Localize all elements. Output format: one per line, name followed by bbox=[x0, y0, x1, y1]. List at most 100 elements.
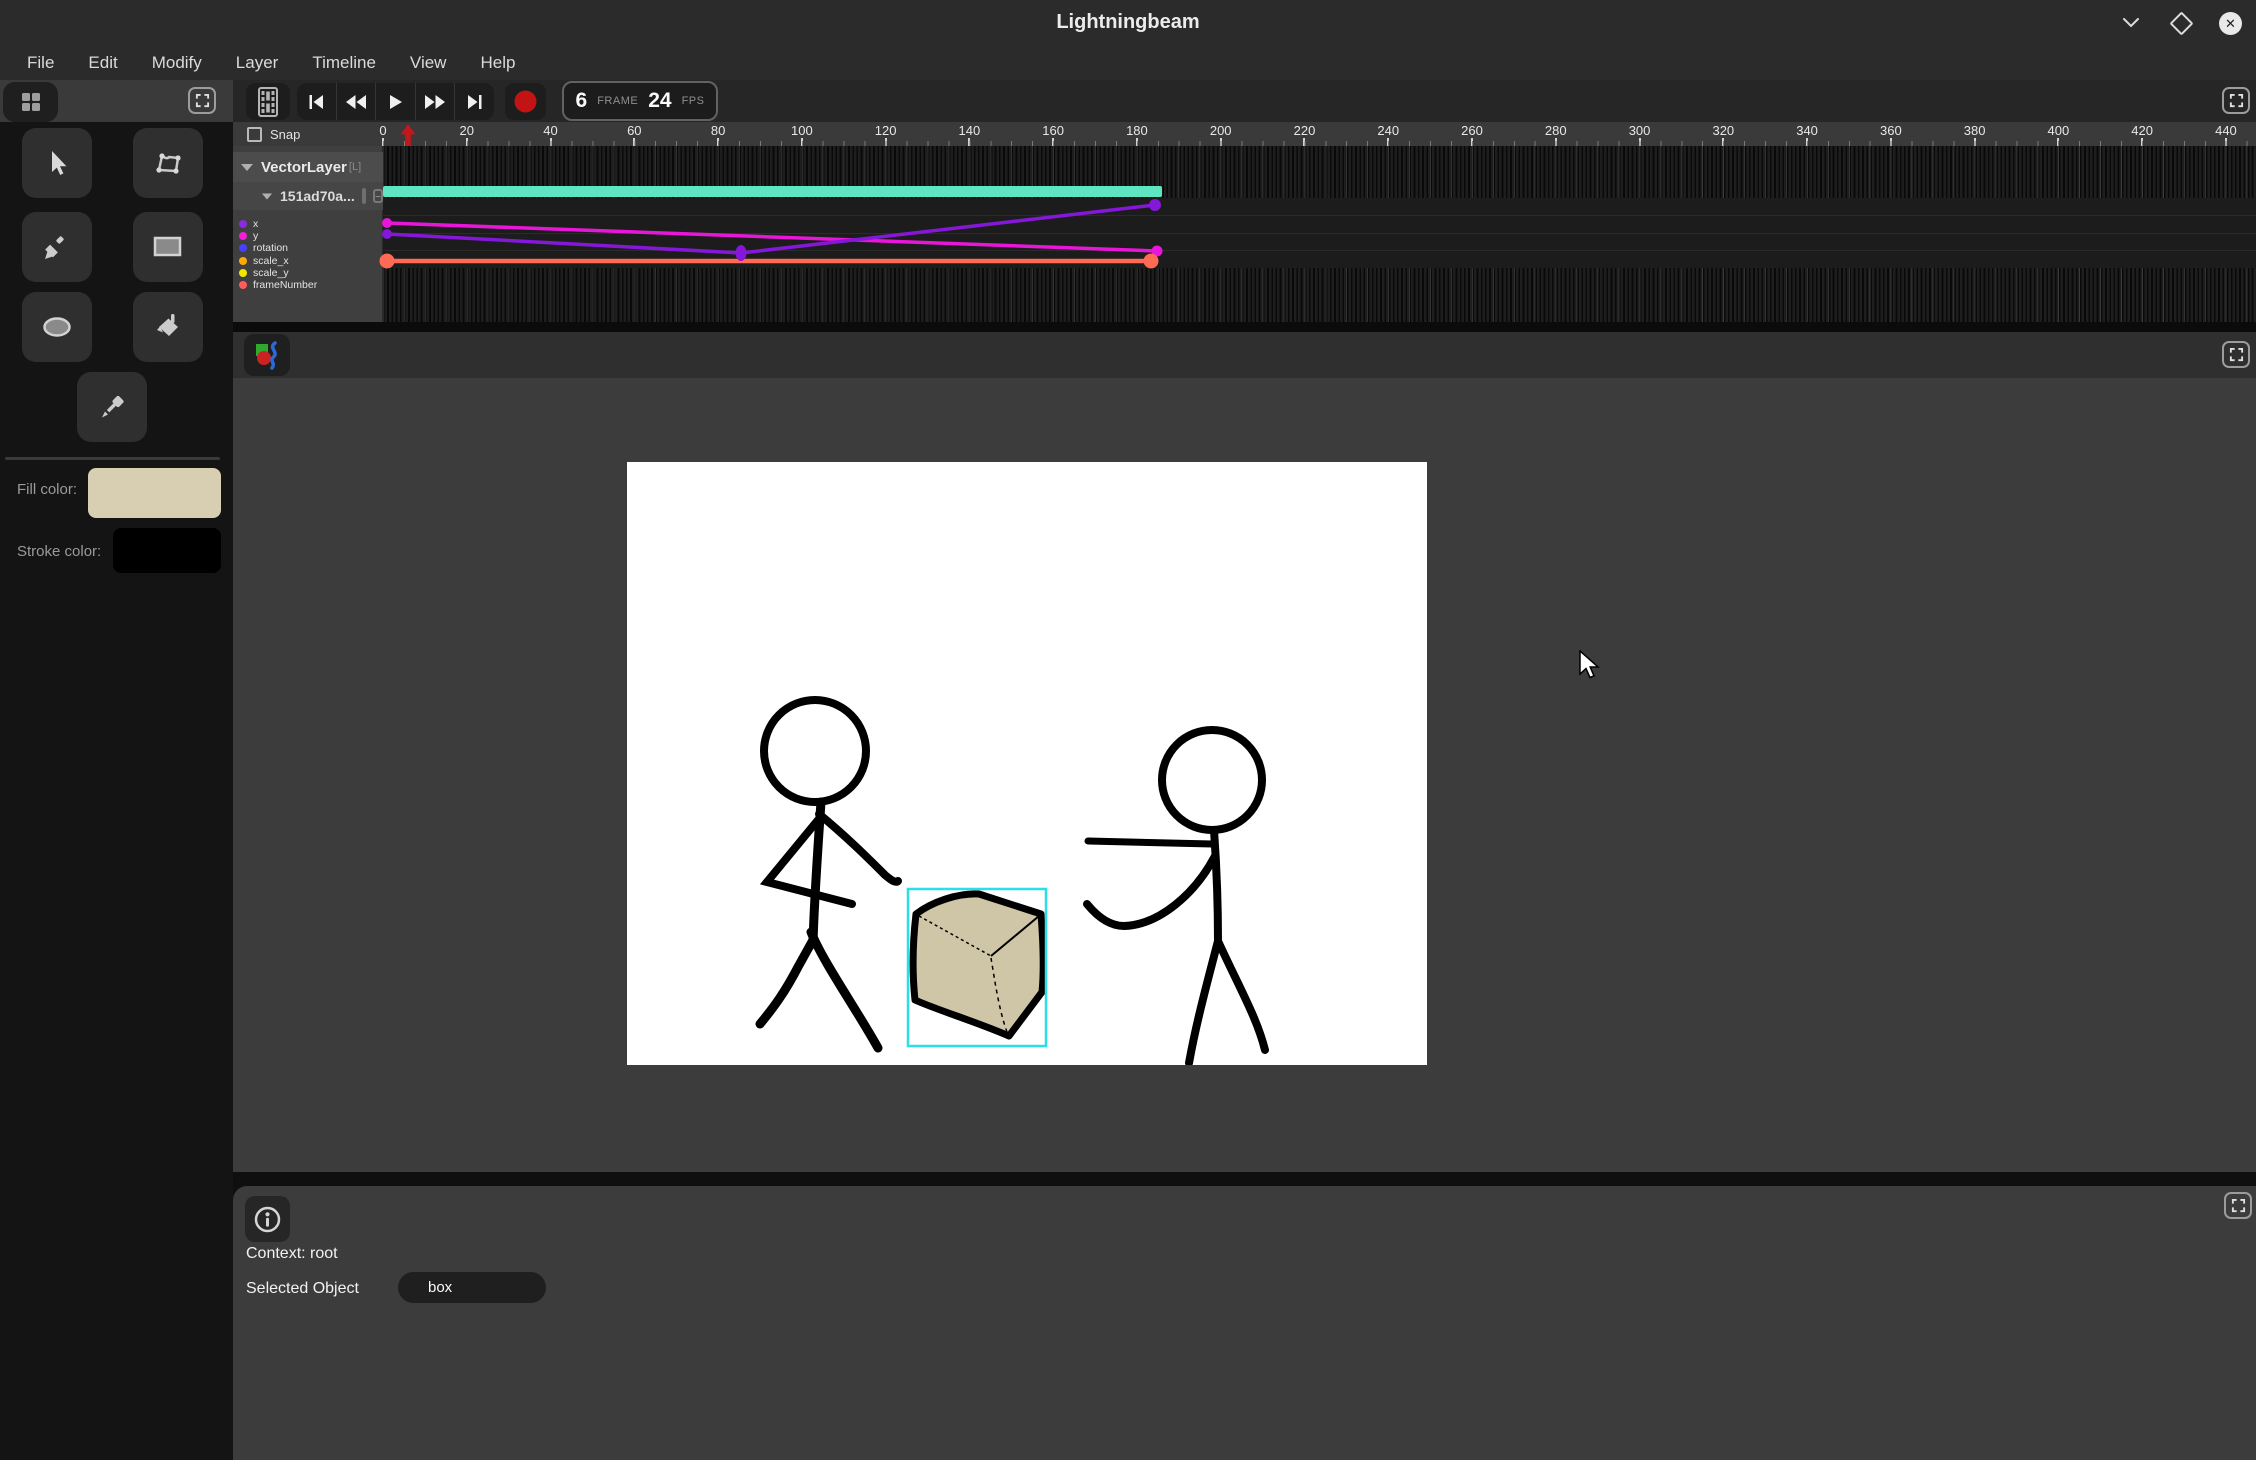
stroke-color-swatch[interactable] bbox=[113, 528, 221, 573]
rewind-icon bbox=[345, 94, 367, 110]
menu-item[interactable]: Layer bbox=[219, 53, 296, 73]
rectangle-tool-button[interactable] bbox=[133, 212, 203, 282]
window-title: Lightningbeam bbox=[0, 11, 2256, 34]
collapse-triangle-icon[interactable] bbox=[241, 164, 253, 171]
skip-to-start-button[interactable] bbox=[297, 83, 337, 120]
film-strip-icon bbox=[257, 87, 279, 117]
info-tab[interactable] bbox=[245, 1196, 290, 1242]
canvas-workspace[interactable] bbox=[233, 378, 2256, 1172]
layer-list: VectorLayer [L] 151ad70a... ~ x bbox=[233, 146, 383, 322]
info-panel: Context: root Selected Object box bbox=[233, 1186, 2256, 1460]
expand-canvas-panel-icon[interactable] bbox=[2222, 341, 2250, 368]
object-name: 151ad70a... bbox=[280, 188, 355, 204]
scene-tab[interactable] bbox=[244, 334, 290, 376]
stroke-color-label: Stroke color: bbox=[17, 543, 101, 560]
stick-figure-right[interactable] bbox=[1087, 730, 1265, 1063]
property-row[interactable]: frameNumber bbox=[233, 279, 383, 291]
property-color-dot bbox=[239, 269, 247, 277]
fill-color-swatch[interactable] bbox=[88, 468, 221, 518]
tools-panel-tab[interactable] bbox=[3, 82, 58, 122]
ruler-scale[interactable]: 0204060801001201401601802002202402602803… bbox=[383, 122, 2256, 146]
menu-item[interactable]: File bbox=[10, 53, 71, 73]
transform-tool-button[interactable] bbox=[133, 128, 203, 198]
playhead[interactable] bbox=[399, 123, 417, 151]
selected-object-field[interactable]: box bbox=[398, 1272, 546, 1303]
vector-graphics-icon bbox=[252, 340, 282, 370]
menu-item[interactable]: Edit bbox=[71, 53, 134, 73]
ellipse-icon bbox=[41, 315, 73, 339]
expand-info-panel-icon[interactable] bbox=[2224, 1192, 2252, 1219]
maximize-icon[interactable] bbox=[2169, 11, 2193, 35]
ease-curve-button[interactable]: ~ bbox=[373, 189, 383, 203]
menu-item[interactable]: Help bbox=[463, 53, 532, 73]
expand-timeline-panel-icon[interactable] bbox=[2222, 87, 2250, 114]
grid-icon bbox=[21, 92, 41, 112]
frame-stripes bbox=[383, 268, 2256, 322]
expand-tools-panel-icon[interactable] bbox=[188, 87, 216, 114]
property-row[interactable]: x bbox=[233, 218, 383, 230]
transport-controls bbox=[297, 83, 494, 120]
rectangle-icon bbox=[152, 234, 184, 260]
canvas-panel bbox=[233, 332, 2256, 1172]
timeline-rows[interactable]: VectorLayer [L] 151ad70a... ~ x bbox=[233, 146, 2256, 332]
select-tool-button[interactable] bbox=[22, 128, 92, 198]
snap-checkbox[interactable] bbox=[247, 127, 262, 142]
lightningbeam-app: Lightningbeam ✕ FileEditModifyLayerTimel… bbox=[0, 0, 2256, 1460]
cursor-icon bbox=[42, 148, 72, 178]
object-row[interactable]: 151ad70a... ~ bbox=[233, 182, 383, 210]
sidebar-divider bbox=[5, 457, 220, 460]
fps-value: 24 bbox=[648, 89, 671, 113]
menu-bar: FileEditModifyLayerTimelineViewHelp bbox=[0, 46, 2256, 80]
property-row[interactable]: y bbox=[233, 230, 383, 242]
menu-item[interactable]: Timeline bbox=[295, 53, 393, 73]
box-object[interactable] bbox=[908, 889, 1046, 1046]
menu-item[interactable]: Modify bbox=[135, 53, 219, 73]
layer-row-vectorlayer[interactable]: VectorLayer [L] bbox=[233, 152, 383, 182]
tools-sidebar: Fill color: Stroke color: bbox=[0, 80, 233, 1460]
keyframe-square-button[interactable] bbox=[362, 188, 366, 204]
curve-band bbox=[383, 198, 2256, 268]
selected-object-label: Selected Object bbox=[246, 1280, 359, 1298]
eyedropper-tool-button[interactable] bbox=[77, 372, 147, 442]
stage[interactable] bbox=[627, 462, 1427, 1065]
stage-drawing[interactable] bbox=[627, 462, 1427, 1065]
close-icon[interactable]: ✕ bbox=[2219, 12, 2242, 35]
property-row[interactable]: rotation bbox=[233, 242, 383, 254]
property-color-dot bbox=[239, 281, 247, 289]
rewind-button[interactable] bbox=[337, 83, 377, 120]
pencil-tool-button[interactable] bbox=[22, 212, 92, 282]
frame-stripes bbox=[383, 146, 2256, 186]
eyedropper-icon bbox=[97, 392, 127, 422]
play-button[interactable] bbox=[376, 83, 416, 120]
info-icon bbox=[254, 1206, 281, 1233]
frame-stripes bbox=[383, 186, 2256, 198]
context-text: Context: root bbox=[246, 1245, 338, 1263]
menu-item[interactable]: View bbox=[393, 53, 464, 73]
fill-color-label: Fill color: bbox=[17, 481, 77, 498]
property-row[interactable]: scale_y bbox=[233, 267, 383, 279]
frame-fps-display[interactable]: 6 FRAME 24 FPS bbox=[562, 81, 718, 121]
skip-to-end-button[interactable] bbox=[455, 83, 494, 120]
minimize-icon[interactable] bbox=[2119, 11, 2143, 35]
ellipse-tool-button[interactable] bbox=[22, 292, 92, 362]
pencil-icon bbox=[42, 232, 72, 262]
transform-icon bbox=[152, 147, 184, 179]
property-color-dot bbox=[239, 257, 247, 265]
record-button[interactable] bbox=[505, 83, 546, 120]
tools-panel-header bbox=[0, 80, 233, 122]
film-button[interactable] bbox=[246, 83, 290, 120]
property-row[interactable]: scale_x bbox=[233, 255, 383, 267]
property-color-dot bbox=[239, 232, 247, 240]
timeline-ruler[interactable]: Snap 02040608010012014016018020022024026… bbox=[233, 122, 2256, 146]
fast-forward-button[interactable] bbox=[416, 83, 456, 120]
rows-footer bbox=[233, 322, 2256, 332]
collapse-triangle-icon[interactable] bbox=[262, 193, 272, 199]
fps-label: FPS bbox=[682, 95, 705, 107]
stick-figure-left[interactable] bbox=[760, 700, 898, 1048]
layer-badge: [L] bbox=[349, 161, 361, 173]
property-color-dot bbox=[239, 244, 247, 252]
fill-bucket-tool-button[interactable] bbox=[133, 292, 203, 362]
mouse-cursor bbox=[1578, 650, 1600, 685]
property-color-dot bbox=[239, 220, 247, 228]
timeline-header: 6 FRAME 24 FPS bbox=[233, 80, 2256, 122]
